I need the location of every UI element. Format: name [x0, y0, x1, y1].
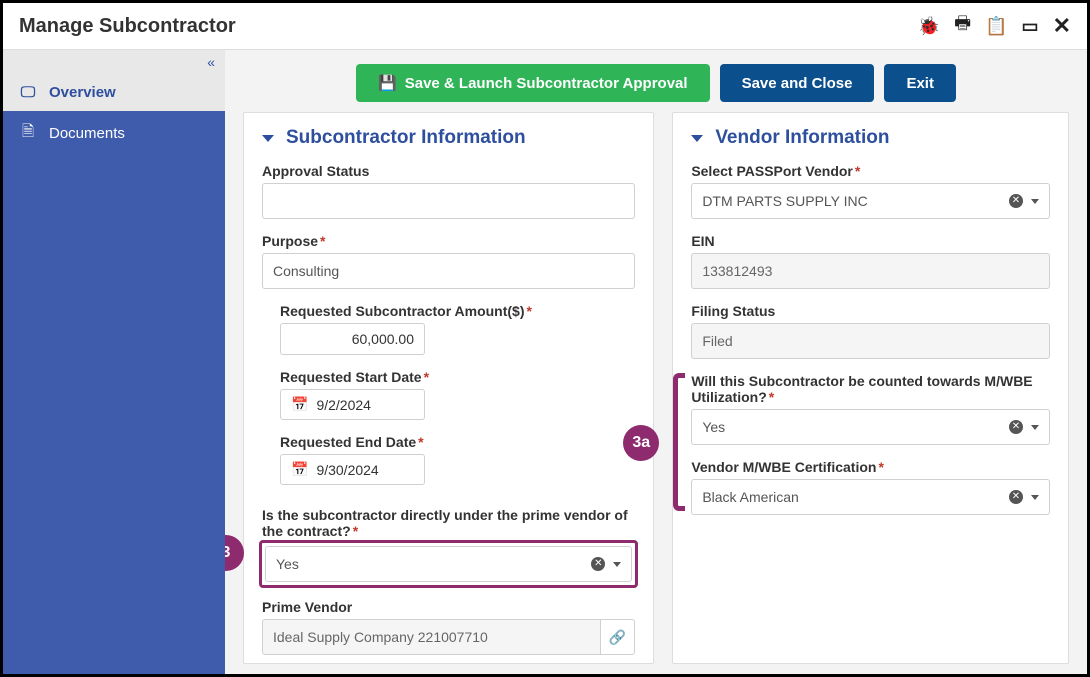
passport-vendor-field: Select PASSPort Vendor* DTM PARTS SUPPLY… [691, 163, 1050, 219]
filing-status-field: Filing Status Filed [691, 303, 1050, 359]
subcontractor-panel: Subcontractor Information Approval Statu… [243, 112, 654, 664]
chevron-down-icon [262, 135, 274, 142]
end-date-label: Requested End Date* [280, 434, 635, 450]
clear-icon[interactable]: ✕ [591, 557, 605, 571]
start-date-label: Requested Start Date* [280, 369, 635, 385]
save-icon: 💾 [378, 74, 397, 92]
purpose-input[interactable]: Consulting [262, 253, 635, 289]
title-actions: 🐞 🖶 📋 ▭ ✕ [918, 11, 1071, 41]
amount-label: Requested Subcontractor Amount($)* [280, 303, 635, 319]
sidebar-item-documents[interactable]: 🗎 Documents [3, 111, 225, 156]
direct-under-select[interactable]: Yes ✕ [265, 546, 632, 582]
sidebar: « 🖵 Overview 🗎 Documents [3, 50, 225, 674]
chevron-down-icon[interactable] [613, 562, 621, 567]
monitor-icon: 🖵 [19, 84, 37, 101]
annotation-3: 3 [225, 535, 244, 571]
save-close-button[interactable]: Save and Close [720, 64, 875, 102]
ein-label: EIN [691, 233, 1050, 249]
link-icon[interactable]: 🔗 [600, 619, 635, 655]
amount-field: Requested Subcontractor Amount($)* 60,00… [280, 303, 635, 355]
sidebar-item-label: Documents [49, 125, 125, 142]
vendor-panel-header[interactable]: Vendor Information [691, 127, 1050, 149]
filing-status-input: Filed [691, 323, 1050, 359]
passport-vendor-select[interactable]: DTM PARTS SUPPLY INC ✕ [691, 183, 1050, 219]
print-icon[interactable]: 🖶 [954, 11, 971, 41]
chevron-down-icon[interactable] [1031, 425, 1039, 430]
titlebar: Manage Subcontractor 🐞 🖶 📋 ▭ ✕ [3, 3, 1087, 50]
body: « 🖵 Overview 🗎 Documents 💾 Save & Launch… [3, 50, 1087, 674]
clear-icon[interactable]: ✕ [1009, 194, 1023, 208]
save-launch-button[interactable]: 💾 Save & Launch Subcontractor Approval [356, 64, 710, 102]
end-date-field: Requested End Date* 📅 9/30/2024 [280, 434, 635, 485]
toolbar: 💾 Save & Launch Subcontractor Approval S… [225, 50, 1087, 112]
chevron-down-icon [691, 135, 703, 142]
bug-icon[interactable]: 🐞 [918, 16, 940, 37]
passport-vendor-label: Select PASSPort Vendor* [691, 163, 1050, 179]
approval-status-field: Approval Status [262, 163, 635, 219]
clipboard-icon[interactable]: 📋 [985, 16, 1007, 37]
direct-under-label: Is the subcontractor directly under the … [262, 507, 635, 539]
purpose-field: Purpose* Consulting [262, 233, 635, 289]
main-area: 💾 Save & Launch Subcontractor Approval S… [225, 50, 1087, 674]
prime-vendor-field: Prime Vendor Ideal Supply Company 221007… [262, 599, 635, 655]
sidebar-item-label: Overview [49, 84, 116, 101]
mwbe-count-label: Will this Subcontractor be counted towar… [691, 373, 1050, 405]
mwbe-cert-field: Vendor M/WBE Certification* Black Americ… [691, 459, 1050, 515]
calendar-icon: 📅 [291, 461, 308, 478]
chevron-down-icon[interactable] [1031, 495, 1039, 500]
amount-input[interactable]: 60,000.00 [280, 323, 425, 355]
maximize-icon[interactable]: ▭ [1022, 16, 1039, 37]
app-window: Manage Subcontractor 🐞 🖶 📋 ▭ ✕ « 🖵 Overv… [0, 0, 1090, 677]
filing-status-label: Filing Status [691, 303, 1050, 319]
sidebar-item-overview[interactable]: 🖵 Overview [3, 74, 225, 111]
mwbe-cert-label: Vendor M/WBE Certification* [691, 459, 1050, 475]
clear-icon[interactable]: ✕ [1009, 420, 1023, 434]
prime-vendor-label: Prime Vendor [262, 599, 635, 615]
annotation-bracket [673, 373, 685, 511]
approval-status-label: Approval Status [262, 163, 635, 179]
sidebar-collapse[interactable]: « [3, 50, 225, 74]
vendor-panel: Vendor Information Select PASSPort Vendo… [672, 112, 1069, 664]
subcontractor-panel-header[interactable]: Subcontractor Information [262, 127, 635, 149]
page-title: Manage Subcontractor [19, 15, 236, 38]
direct-under-field: Is the subcontractor directly under the … [262, 507, 635, 588]
calendar-icon: 📅 [291, 396, 308, 413]
purpose-label: Purpose* [262, 233, 635, 249]
end-date-input[interactable]: 📅 9/30/2024 [280, 454, 425, 485]
mwbe-count-select[interactable]: Yes ✕ [691, 409, 1050, 445]
start-date-input[interactable]: 📅 9/2/2024 [280, 389, 425, 420]
ein-input: 133812493 [691, 253, 1050, 289]
document-icon: 🗎 [19, 121, 37, 146]
ein-field: EIN 133812493 [691, 233, 1050, 289]
chevron-down-icon[interactable] [1031, 199, 1039, 204]
content: Subcontractor Information Approval Statu… [225, 112, 1087, 674]
prime-vendor-input: Ideal Supply Company 221007710 [262, 619, 600, 655]
approval-status-input[interactable] [262, 183, 635, 219]
mwbe-count-field: Will this Subcontractor be counted towar… [691, 373, 1050, 445]
start-date-field: Requested Start Date* 📅 9/2/2024 [280, 369, 635, 420]
mwbe-cert-select[interactable]: Black American ✕ [691, 479, 1050, 515]
exit-button[interactable]: Exit [884, 64, 956, 102]
clear-icon[interactable]: ✕ [1009, 490, 1023, 504]
close-icon[interactable]: ✕ [1053, 13, 1071, 39]
